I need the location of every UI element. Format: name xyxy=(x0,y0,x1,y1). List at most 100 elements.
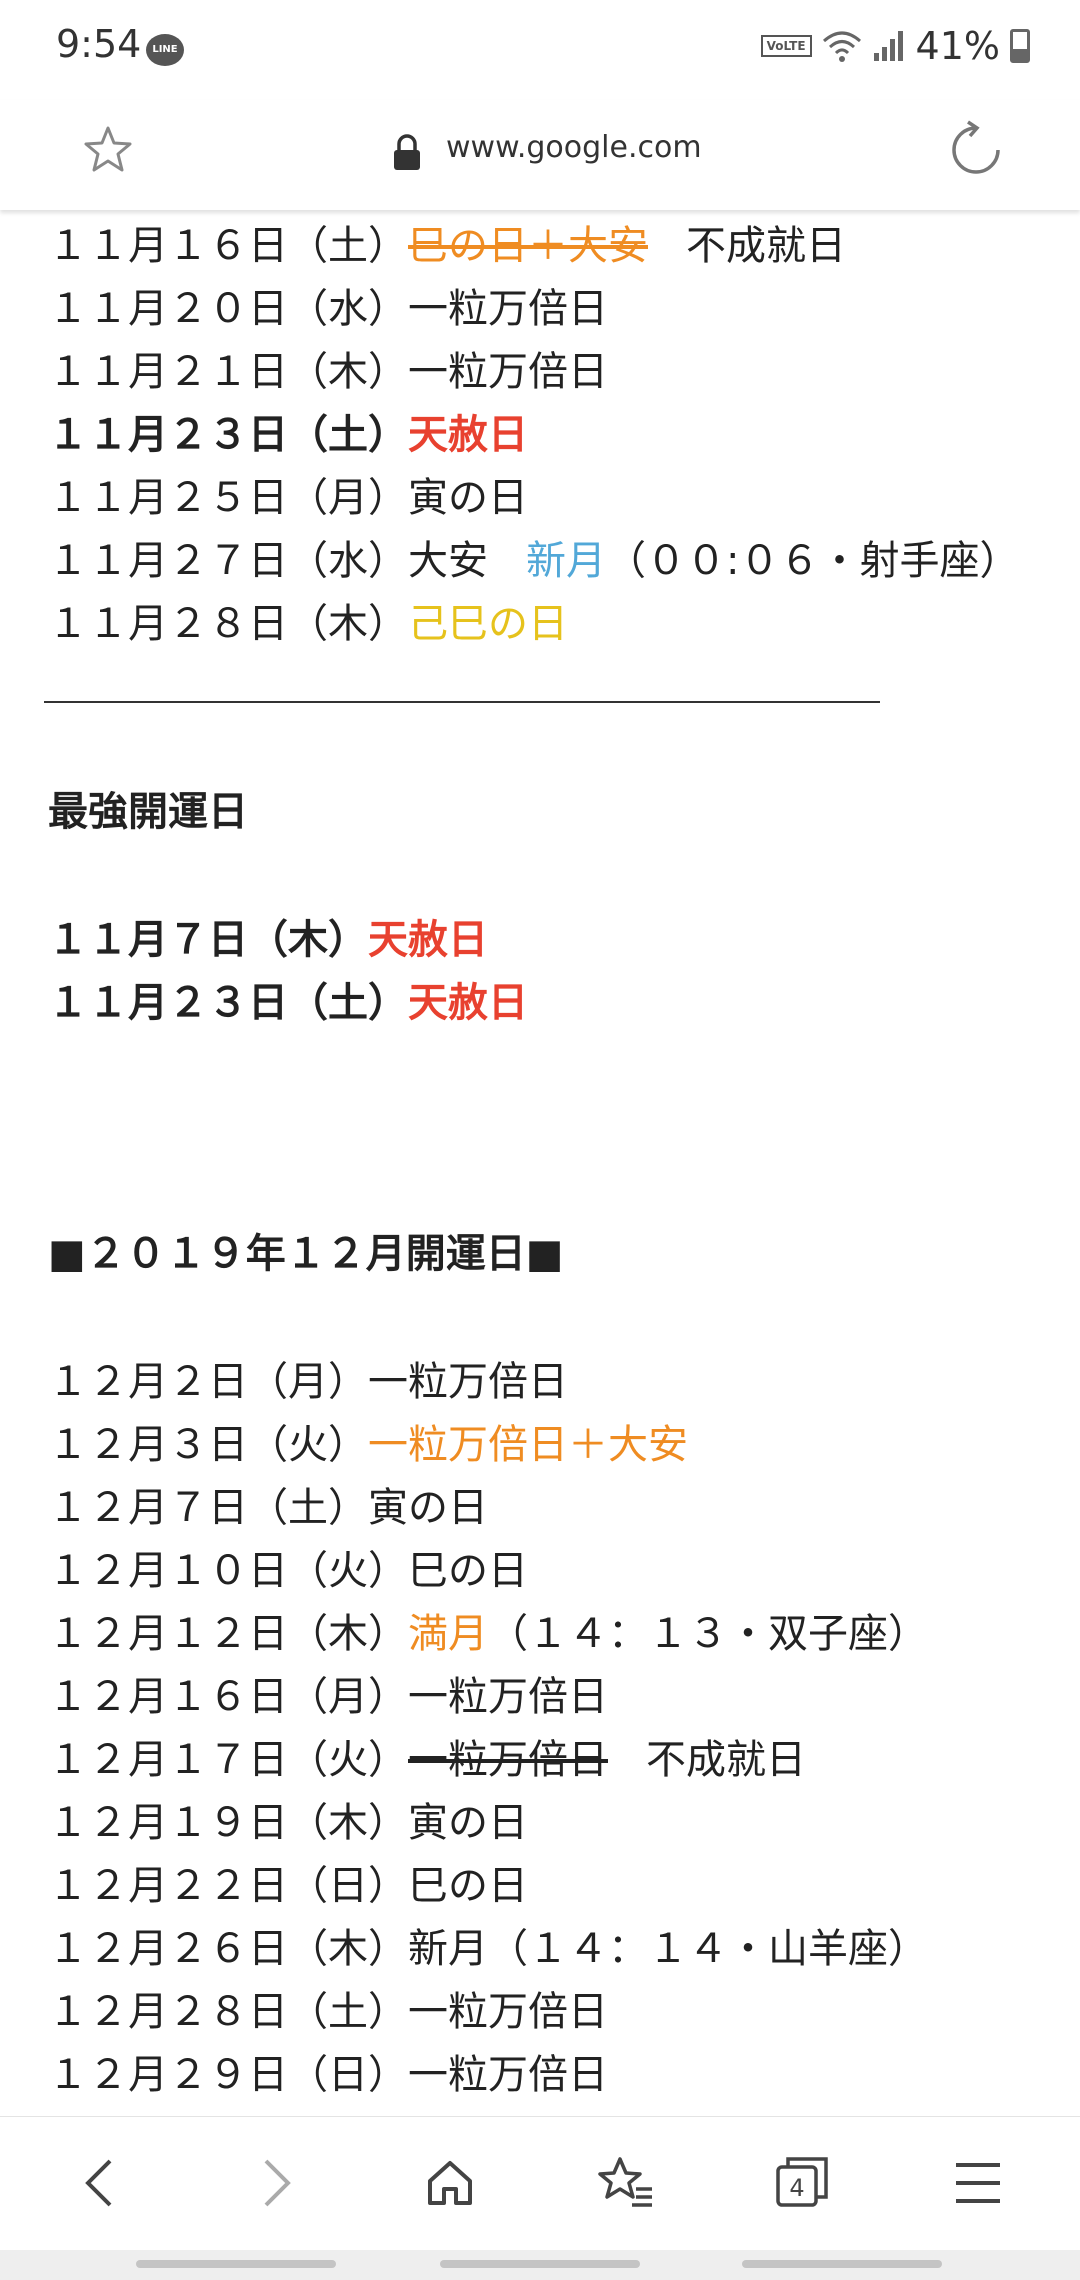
chevron-right-icon xyxy=(264,2159,291,2207)
line-app-icon: LINE xyxy=(146,34,184,66)
list-item-label: 天赦日 xyxy=(408,412,528,458)
menu-button[interactable] xyxy=(942,2147,1014,2219)
list-item: １１月２１日（木）一粒万倍日 xyxy=(48,348,608,396)
divider-line xyxy=(44,701,880,703)
list-item-label: 新月 xyxy=(526,538,606,584)
list-item-label: 大安 xyxy=(408,538,488,584)
december-heading: ■２０１９年１２月開運日■ xyxy=(48,1231,564,1277)
list-item-date: １１月２７日（水） xyxy=(48,538,408,584)
best-days-heading: 最強開運日 xyxy=(48,789,248,835)
list-item-label: 寅の日 xyxy=(408,475,528,521)
list-item: １１月２３日（土）天赦日 xyxy=(48,411,528,459)
list-item-date: １１月２１日（木） xyxy=(48,349,408,395)
list-item-date: １１月２３日（土） xyxy=(48,980,408,1026)
list-item-label: 寅の日 xyxy=(368,1485,488,1531)
list-item-date: １２月２８日（土） xyxy=(48,1989,408,2035)
list-item: １１月２５日（月）寅の日 xyxy=(48,474,528,522)
list-item: １２月７日（土）寅の日 xyxy=(48,1484,488,1532)
list-item: １１月２８日（木）己巳の日 xyxy=(48,600,568,648)
list-item-date: １１月１６日（土） xyxy=(48,223,408,269)
list-item: １２月２日（月）一粒万倍日 xyxy=(48,1358,568,1406)
gesture-bar xyxy=(0,2250,1080,2280)
chevron-left-icon xyxy=(85,2159,112,2207)
list-item: １１月２３日（土）天赦日 xyxy=(48,979,528,1027)
list-item: １２月１０日（火）巳の日 xyxy=(48,1547,528,1595)
gesture-back-hint[interactable] xyxy=(742,2260,942,2268)
list-item-date: １２月１９日（木） xyxy=(48,1800,408,1846)
list-item-label: 新月（１４：１４・山羊座） xyxy=(408,1926,928,1972)
list-item-label: 巳の日 xyxy=(408,1863,528,1909)
list-item-date: １２月１６日（月） xyxy=(48,1674,408,1720)
list-item-date: １２月２６日（木） xyxy=(48,1926,408,1972)
list-item-date: １１月２３日（土） xyxy=(48,412,408,458)
list-item-label: 満月 xyxy=(408,1611,488,1657)
gesture-home-hint[interactable] xyxy=(440,2260,640,2268)
list-item: １２月１７日（火）一粒万倍日 不成就日 xyxy=(48,1736,806,1784)
volte-icon: VoLTE xyxy=(760,35,812,57)
wifi-icon xyxy=(822,31,861,62)
list-item-label: 一粒万倍日 xyxy=(408,349,608,395)
list-item-label: 巳の日＋大安 xyxy=(408,223,648,269)
battery-icon xyxy=(1010,29,1030,63)
list-item-label: 一粒万倍日＋大安 xyxy=(368,1422,688,1468)
status-time: 9:54 xyxy=(56,22,142,66)
url-text[interactable]: www.google.com xyxy=(446,130,702,165)
list-item-date: １２月２２日（日） xyxy=(48,1863,408,1909)
list-item: １２月２９日（日）一粒万倍日 xyxy=(48,2051,608,2099)
forward-button[interactable] xyxy=(240,2147,312,2219)
hamburger-menu-icon xyxy=(956,2163,1000,2203)
article-content: １１月１６日（土）巳の日＋大安 不成就日 １１月２０日（水）一粒万倍日 １１月２１日（… xyxy=(0,210,1080,2116)
list-item: １２月２２日（日）巳の日 xyxy=(48,1862,528,1910)
list-item-label: 一粒万倍日 xyxy=(408,1674,608,1720)
battery-percent: 41% xyxy=(915,24,1000,68)
status-icons: VoLTE 41% xyxy=(760,24,1030,68)
browser-bottom-bar: 4 xyxy=(0,2116,1080,2251)
list-item-date: １２月１７日（火） xyxy=(48,1737,408,1783)
list-item: １２月１２日（木）満月（１４：１３・双子座） xyxy=(48,1610,928,1658)
address-bar: www.google.com xyxy=(0,100,1080,210)
list-item-date: １１月２５日（月） xyxy=(48,475,408,521)
list-item-label: 一粒万倍日 xyxy=(408,286,608,332)
reload-icon[interactable] xyxy=(946,120,1006,180)
list-item-label: 天赦日 xyxy=(368,917,488,963)
list-item-label: 一粒万倍日 xyxy=(408,1737,608,1783)
list-item-date: １１月２０日（水） xyxy=(48,286,408,332)
back-button[interactable] xyxy=(64,2147,136,2219)
bookmarks-star-icon xyxy=(598,2157,652,2207)
status-bar: 9:54 LINE VoLTE 41% xyxy=(0,0,1080,100)
bookmarks-button[interactable] xyxy=(590,2147,662,2219)
list-item-label: 寅の日 xyxy=(408,1800,528,1846)
list-item-label: （００:０６・射手座） xyxy=(606,538,1020,584)
list-item-date: １２月７日（土） xyxy=(48,1485,368,1531)
tab-count: 4 xyxy=(789,2174,804,2202)
list-item-label: 巳の日 xyxy=(408,1548,528,1594)
list-item-date: １１月７日（木） xyxy=(48,917,368,963)
list-item: １１月２７日（水）大安 新月（００:０６・射手座） xyxy=(48,537,1019,585)
list-item-date: １２月２９日（日） xyxy=(48,2052,408,2098)
list-item-label: 不成就日 xyxy=(686,223,846,269)
list-item-date: １２月１２日（木） xyxy=(48,1611,408,1657)
bookmark-star-icon[interactable] xyxy=(82,124,134,176)
list-item: １２月１９日（木）寅の日 xyxy=(48,1799,528,1847)
signal-icon xyxy=(873,31,903,61)
home-button[interactable] xyxy=(414,2147,486,2219)
lock-icon xyxy=(394,134,420,170)
list-item-label: 一粒万倍日 xyxy=(408,1989,608,2035)
list-item-date: １２月２日（月） xyxy=(48,1359,368,1405)
list-item-date: １２月１０日（火） xyxy=(48,1548,408,1594)
tabs-icon: 4 xyxy=(776,2157,828,2207)
list-item-label: （１４：１３・双子座） xyxy=(488,1611,928,1657)
gesture-recent-hint[interactable] xyxy=(136,2260,336,2268)
list-item-date: １２月３日（火） xyxy=(48,1422,368,1468)
list-item: １１月１６日（土）巳の日＋大安 不成就日 xyxy=(48,222,846,270)
list-item: １１月７日（木）天赦日 xyxy=(48,916,488,964)
list-item: １２月３日（火）一粒万倍日＋大安 xyxy=(48,1421,688,1469)
list-item: １２月１６日（月）一粒万倍日 xyxy=(48,1673,608,1721)
tabs-button[interactable]: 4 xyxy=(766,2147,838,2219)
list-item-label: 一粒万倍日 xyxy=(368,1359,568,1405)
list-item-label: 天赦日 xyxy=(408,980,528,1026)
list-item: １２月２６日（木）新月（１４：１４・山羊座） xyxy=(48,1925,928,1973)
home-icon xyxy=(428,2161,472,2205)
list-item-date: １１月２８日（木） xyxy=(48,601,408,647)
list-item-label: 己巳の日 xyxy=(408,601,568,647)
